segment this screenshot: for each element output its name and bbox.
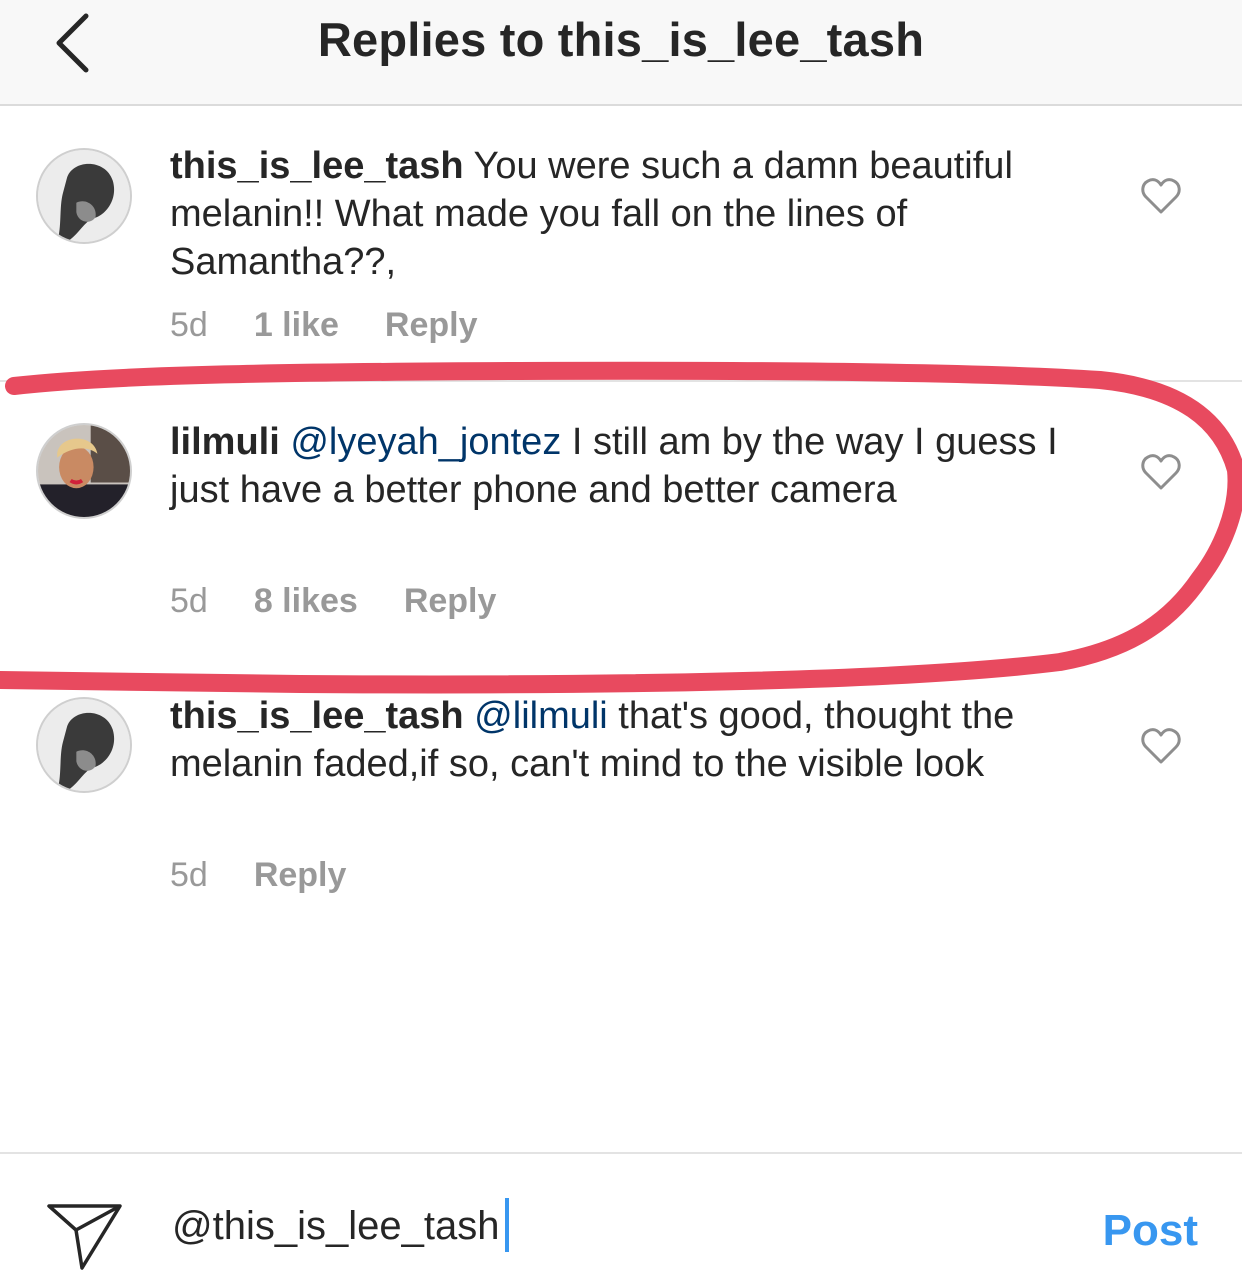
- mention-link[interactable]: @lilmuli: [474, 695, 608, 737]
- like-button[interactable]: [1140, 726, 1182, 766]
- comment-likes[interactable]: 1 like: [254, 306, 339, 344]
- reply-button[interactable]: Reply: [404, 582, 497, 620]
- comment-body: this_is_lee_tash @lilmuli that's good, t…: [170, 692, 1070, 788]
- comment-meta: 5d 8 likes Reply: [170, 582, 542, 621]
- comment-meta: 5d Reply: [170, 856, 392, 895]
- mention-link[interactable]: @lyeyah_jontez: [290, 421, 561, 463]
- comment-likes[interactable]: 8 likes: [254, 582, 358, 620]
- heart-outline-icon: [1141, 728, 1181, 764]
- reply-button[interactable]: Reply: [254, 856, 347, 894]
- paper-plane-icon: [47, 1204, 122, 1270]
- avatar[interactable]: [36, 697, 132, 793]
- avatar[interactable]: [36, 423, 132, 519]
- comment-age: 5d: [170, 856, 208, 894]
- header-bar: Replies to this_is_lee_tash: [0, 0, 1242, 106]
- heart-outline-icon: [1141, 178, 1181, 214]
- comment-meta: 5d 1 like Reply: [170, 306, 524, 345]
- text-caret: [505, 1198, 510, 1253]
- comment-username[interactable]: this_is_lee_tash: [170, 145, 464, 187]
- comment-age: 5d: [170, 306, 208, 344]
- like-button[interactable]: [1140, 176, 1182, 216]
- avatar[interactable]: [36, 148, 132, 244]
- reply-input-value: @this_is_lee_tash: [172, 1204, 500, 1248]
- comment-username[interactable]: lilmuli: [170, 421, 280, 463]
- comment-age: 5d: [170, 582, 208, 620]
- comment-username[interactable]: this_is_lee_tash: [170, 695, 464, 737]
- page-title: Replies to this_is_lee_tash: [317, 13, 925, 66]
- reply-input[interactable]: @this_is_lee_tash: [172, 1198, 510, 1253]
- reply-button[interactable]: Reply: [385, 306, 478, 344]
- like-button[interactable]: [1140, 452, 1182, 492]
- reply-composer: @this_is_lee_tash Post: [0, 1152, 1242, 1287]
- divider: [0, 380, 1242, 382]
- comment-body: lilmuli @lyeyah_jontez I still am by the…: [170, 418, 1070, 514]
- heart-outline-icon: [1141, 454, 1181, 490]
- comment-body: this_is_lee_tash You were such a damn be…: [170, 142, 1070, 286]
- direct-share-button[interactable]: [46, 1200, 124, 1272]
- post-button[interactable]: Post: [1103, 1206, 1198, 1256]
